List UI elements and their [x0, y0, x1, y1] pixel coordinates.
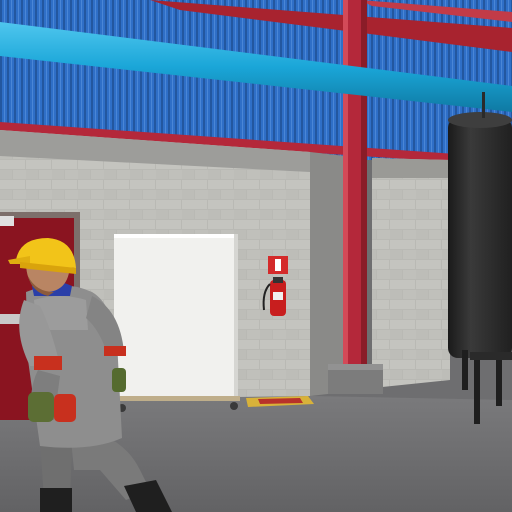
- factory-scene: [0, 0, 512, 512]
- scene-canvas: [0, 0, 512, 512]
- fire-extinguisher-sign: [268, 256, 288, 274]
- white-mobile-board[interactable]: [114, 234, 240, 412]
- dark-storage-tank[interactable]: [448, 92, 512, 424]
- concrete-pilaster: [310, 152, 345, 396]
